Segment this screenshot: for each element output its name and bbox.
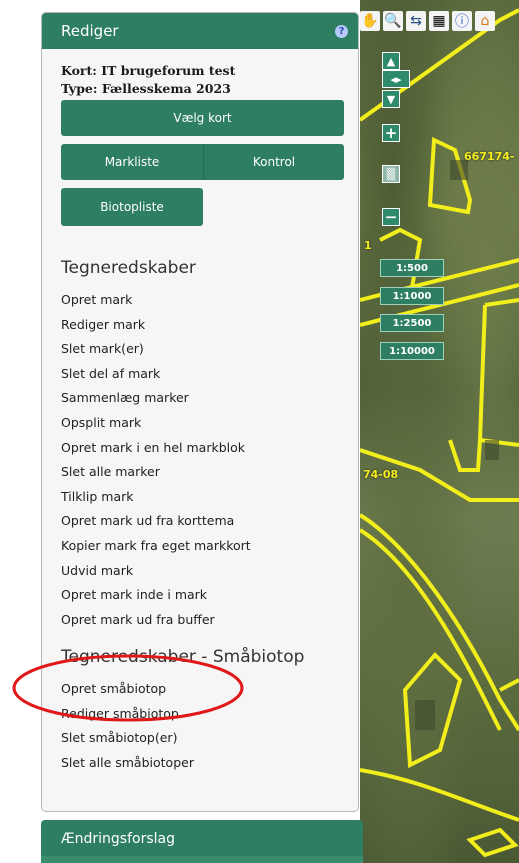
menu-item-sammenlaeg-marker[interactable]: Sammenlæg marker: [61, 386, 251, 411]
menu-item-opret-mark-inde-i-mark[interactable]: Opret mark inde i mark: [61, 583, 251, 608]
home-icon[interactable]: ⌂: [475, 11, 495, 31]
biotope-list-button[interactable]: Biotopliste: [61, 188, 203, 226]
change-proposal-label: Ændringsforslag: [61, 831, 175, 847]
map-name: Kort: IT brugeforum test: [61, 63, 236, 78]
next-panel-bar[interactable]: [41, 856, 363, 863]
panel-header: Rediger ?: [42, 13, 358, 49]
menu-item-tilklip-mark[interactable]: Tilklip mark: [61, 485, 251, 510]
scale-button-10000[interactable]: 1:10000: [380, 342, 444, 360]
menu-item-opret-mark-buffer[interactable]: Opret mark ud fra buffer: [61, 608, 251, 633]
menu-item-opret-mark-korttema[interactable]: Opret mark ud fra korttema: [61, 509, 251, 534]
panel-title: Rediger: [61, 22, 119, 40]
scheme-type: Type: Fællesskema 2023: [61, 81, 231, 96]
drawing-tools-list: Opret mark Rediger mark Slet mark(er) Sl…: [61, 288, 251, 632]
pan-hand-icon[interactable]: ✋: [360, 11, 380, 31]
scale-button-2500[interactable]: 1:2500: [380, 314, 444, 332]
menu-item-opret-mark[interactable]: Opret mark: [61, 288, 251, 313]
zoom-icon[interactable]: 🔍: [383, 11, 403, 31]
help-icon[interactable]: ?: [335, 24, 348, 38]
field-label: 1: [364, 239, 372, 252]
menu-item-udvid-mark[interactable]: Udvid mark: [61, 559, 251, 584]
menu-item-rediger-mark[interactable]: Rediger mark: [61, 313, 251, 338]
pan-left-right-icon[interactable]: ◂▸: [382, 70, 410, 88]
zoom-in-icon[interactable]: +: [382, 124, 400, 142]
map-toolbar: ✋ 🔍 ⇆ ▦ ⓘ ⌂: [360, 8, 495, 34]
highlight-circle: [12, 654, 244, 722]
scale-button-500[interactable]: 1:500: [380, 259, 444, 277]
scale-button-1000[interactable]: 1:1000: [380, 287, 444, 305]
menu-item-opsplit-mark[interactable]: Opsplit mark: [61, 411, 251, 436]
layer-icon[interactable]: ▒: [382, 165, 400, 183]
field-label: 667174-: [464, 150, 515, 163]
menu-item-slet-smaabiotoper[interactable]: Slet småbiotop(er): [61, 726, 194, 751]
choose-map-button[interactable]: Vælg kort: [61, 100, 344, 136]
field-label: 74-08: [363, 468, 399, 481]
info-icon[interactable]: ⓘ: [452, 11, 472, 31]
measure-icon[interactable]: ⇆: [406, 11, 426, 31]
menu-item-slet-marker[interactable]: Slet mark(er): [61, 337, 251, 362]
field-list-button[interactable]: Markliste: [61, 144, 203, 180]
control-button[interactable]: Kontrol: [203, 144, 344, 180]
zoom-out-icon[interactable]: −: [382, 208, 400, 226]
section-heading-drawing-tools: Tegneredskaber: [61, 258, 196, 278]
menu-item-slet-alle-smaabiotoper[interactable]: Slet alle småbiotoper: [61, 751, 194, 776]
menu-item-opret-mark-markblok[interactable]: Opret mark i en hel markblok: [61, 436, 251, 461]
menu-item-slet-del-af-mark[interactable]: Slet del af mark: [61, 362, 251, 387]
pan-up-icon[interactable]: ▲: [382, 52, 400, 70]
menu-item-slet-alle-marker[interactable]: Slet alle marker: [61, 460, 251, 485]
print-icon[interactable]: ▦: [429, 11, 449, 31]
menu-item-kopier-mark[interactable]: Kopier mark fra eget markkort: [61, 534, 251, 559]
pan-down-icon[interactable]: ▼: [382, 90, 400, 108]
